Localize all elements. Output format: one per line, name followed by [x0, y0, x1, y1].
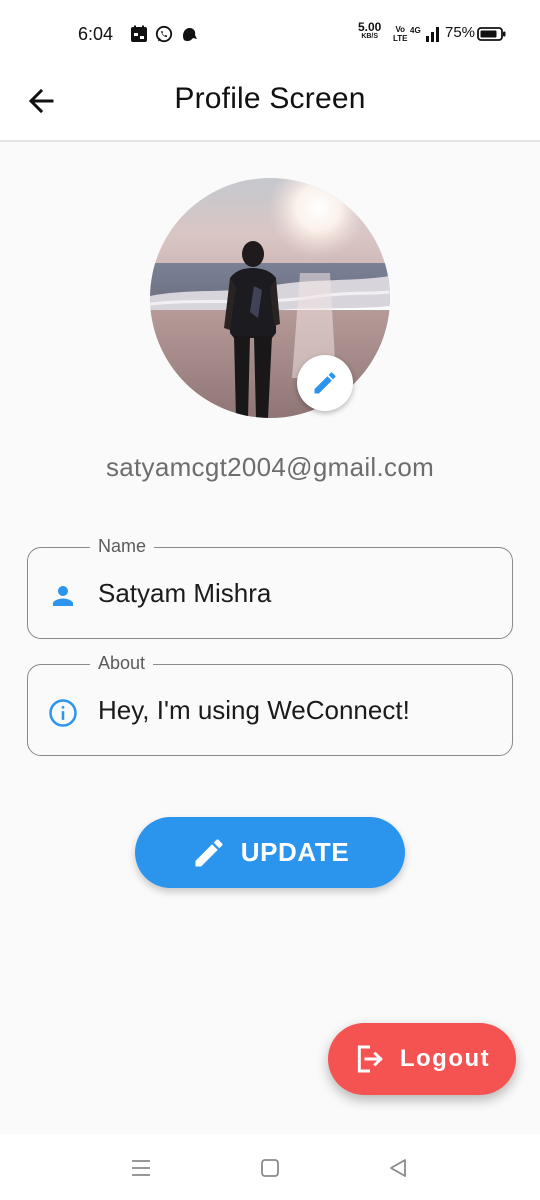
logout-button-label: Logout	[399, 1045, 491, 1072]
calendar-icon	[131, 25, 147, 42]
profile-avatar	[150, 178, 390, 418]
home-square-icon	[261, 1159, 279, 1177]
person-icon	[53, 586, 73, 606]
profile-email: satyamcgt2004@gmail.com	[105, 452, 435, 482]
pencil-icon	[314, 372, 336, 394]
logout-button[interactable]: Logout	[328, 1023, 516, 1095]
volte-bottom: LTE	[393, 34, 408, 43]
profile-screen: 6:04 5.00 KB/S Vo LTE 4G 75% Profile Scr…	[0, 0, 540, 1200]
avatar-edit-button[interactable]	[297, 355, 353, 411]
update-button-label: UPDATE	[240, 837, 350, 867]
name-field[interactable]: Name	[27, 534, 513, 639]
battery-icon	[477, 27, 506, 41]
status-time: 6:04	[78, 24, 114, 44]
update-button[interactable]: UPDATE	[135, 817, 405, 888]
about-field[interactable]: About	[27, 651, 513, 756]
status-bar: 6:04 5.00 KB/S Vo LTE 4G 75%	[0, 0, 540, 64]
nav-back-button[interactable]	[386, 1156, 410, 1180]
page-title: Profile Screen	[174, 82, 366, 115]
logout-icon	[357, 1045, 383, 1073]
signal-icon: 4G	[410, 26, 439, 42]
network-speed-unit: KB/S	[361, 33, 379, 40]
nav-menu-button[interactable]	[129, 1156, 153, 1180]
battery-percent: 75%	[445, 24, 476, 41]
network-type: 4G	[410, 26, 421, 35]
nav-home-button[interactable]	[258, 1156, 282, 1180]
name-field-label: Name	[90, 534, 155, 558]
system-nav-bar	[0, 1134, 540, 1200]
notification-icons	[130, 24, 198, 44]
about-input[interactable]	[98, 691, 493, 729]
notification-app-icon	[183, 27, 197, 42]
pencil-icon	[195, 838, 223, 866]
avatar-photo	[150, 178, 390, 418]
network-speed: 5.00 KB/S	[358, 20, 382, 41]
volte-top: Vo	[395, 25, 406, 34]
app-bar: Profile Screen	[0, 64, 540, 142]
volte-indicator: Vo LTE	[393, 25, 408, 43]
menu-icon	[132, 1160, 150, 1176]
about-field-label: About	[90, 651, 154, 675]
network-speed-value: 5.00	[358, 20, 382, 34]
whatsapp-icon	[155, 25, 173, 43]
name-input[interactable]	[98, 574, 493, 612]
info-icon	[49, 699, 77, 727]
back-triangle-icon	[390, 1159, 406, 1177]
